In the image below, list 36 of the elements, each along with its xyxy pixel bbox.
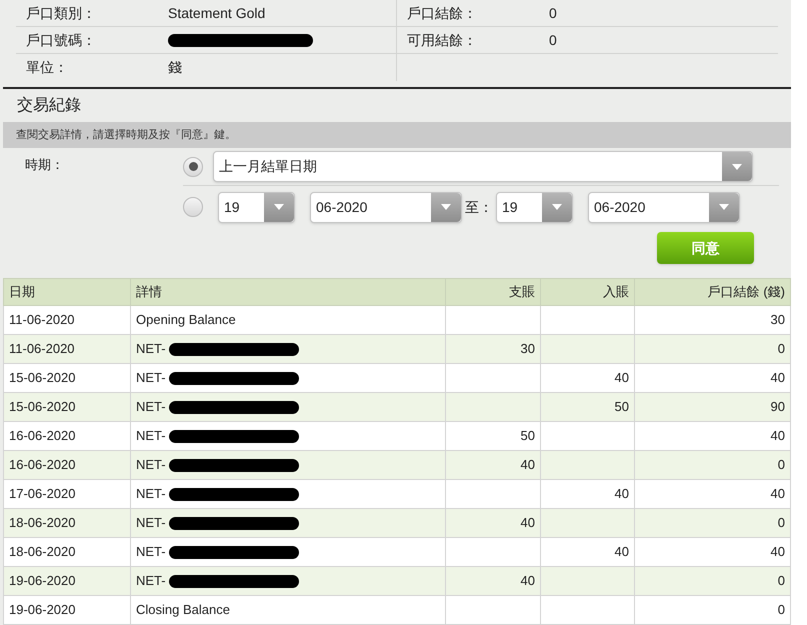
table-cell-text: NET- xyxy=(136,572,166,590)
dropdown-select[interactable]: 上一月結單日期 xyxy=(213,151,753,182)
table-cell-text: NET- xyxy=(136,398,166,416)
radio-button[interactable] xyxy=(183,156,203,177)
table-cell-text: NET- xyxy=(136,369,166,388)
dropdown-select[interactable]: 06-2020 xyxy=(588,192,740,223)
table-cell-text: NET- xyxy=(136,543,166,562)
table-cell-text: Opening Balance xyxy=(136,311,236,330)
field-label: 單位： xyxy=(25,58,69,77)
dropdown-select[interactable]: 19 xyxy=(218,192,295,223)
field-label: 戶口結餘： xyxy=(406,4,478,22)
field-value: Statement Gold xyxy=(168,4,266,22)
dropdown-select[interactable]: 06-2020 xyxy=(310,192,462,223)
field-label: 戶口號碼： xyxy=(25,30,97,50)
instruction-bar: 查閱交易詳情，請選擇時期及按『同意』鍵。 xyxy=(3,122,791,148)
table-cell: 0 xyxy=(634,596,790,625)
table-cell: 19-06-2020 xyxy=(4,596,130,625)
radio-button[interactable] xyxy=(183,197,203,218)
section-title: 交易紀錄 xyxy=(17,96,81,116)
column-header: 戶口結餘 (錢) xyxy=(634,278,790,306)
column-header: 日期 xyxy=(4,278,130,306)
table-cell-text: Closing Balance xyxy=(136,601,230,620)
column-header: 詳情 xyxy=(130,278,446,306)
period-label: 時期： xyxy=(25,157,64,172)
field-value: 0 xyxy=(549,4,557,22)
field-label: 可用結餘： xyxy=(406,30,478,50)
field-value: 0 xyxy=(549,30,557,50)
range-separator: 至： xyxy=(465,198,493,217)
table-cell-text: NET- xyxy=(136,427,166,446)
table-cell-text: NET- xyxy=(136,485,166,504)
table-cell-text: NET- xyxy=(136,456,166,474)
table-cell-text: NET- xyxy=(136,514,166,532)
table-cell-text: NET- xyxy=(136,340,166,358)
field-label: 戶口類別： xyxy=(25,4,97,22)
dropdown-select[interactable]: 19 xyxy=(496,192,573,223)
field-value: 錢 xyxy=(168,58,182,77)
